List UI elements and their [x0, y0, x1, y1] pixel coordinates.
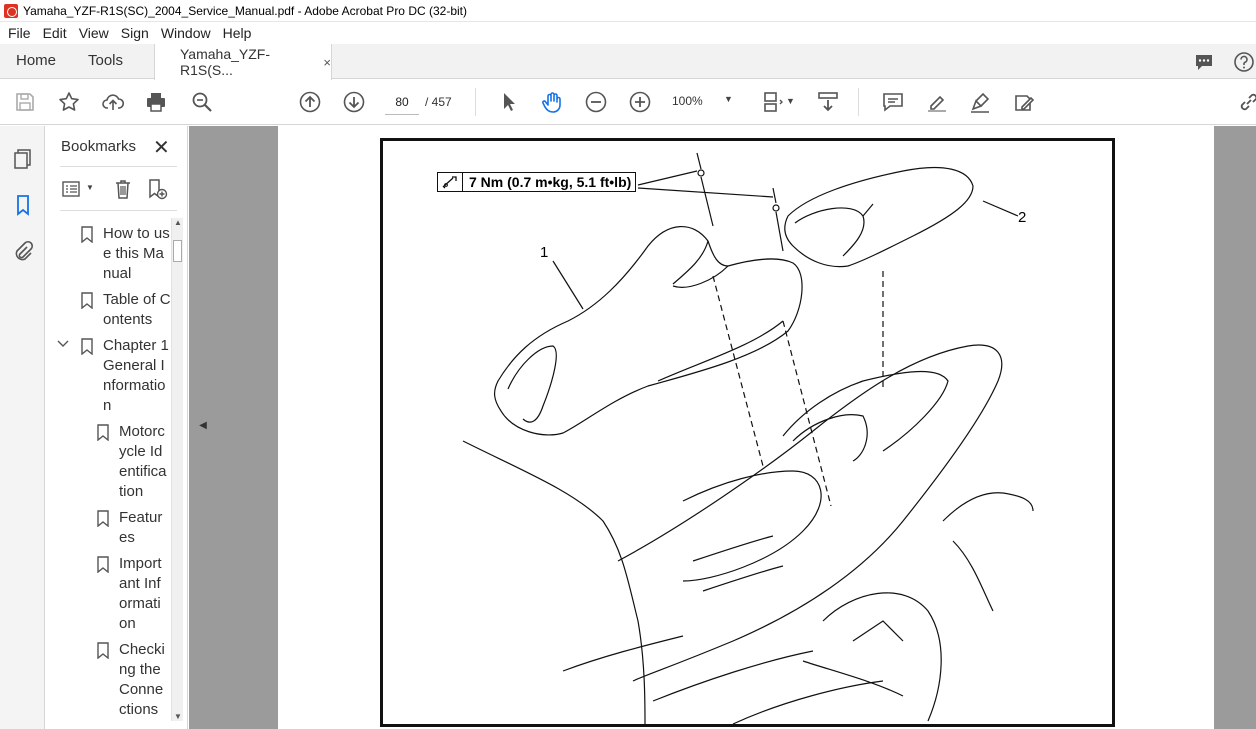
menu-help[interactable]: Help — [217, 25, 258, 41]
bookmark-icon — [97, 510, 109, 527]
print-icon[interactable] — [143, 89, 169, 115]
bookmark-icon — [81, 292, 93, 309]
bookmark-options-icon[interactable] — [59, 177, 85, 201]
sign-icon[interactable] — [967, 89, 993, 115]
bookmark-icon — [97, 424, 109, 441]
link-icon[interactable] — [1236, 89, 1256, 115]
bookmark-label: How to use this Manual — [103, 225, 170, 282]
scrollbar-thumb[interactable] — [173, 240, 182, 262]
next-page-icon[interactable] — [341, 89, 367, 115]
toolbar: / 457 100% ▼ ▼ — [0, 80, 1256, 125]
zoom-in-icon[interactable] — [627, 89, 653, 115]
highlight-icon[interactable] — [924, 89, 950, 115]
scroll-mode-icon[interactable] — [815, 89, 841, 115]
chevron-down-icon[interactable] — [57, 337, 69, 352]
window-title: Yamaha_YZF-R1S(SC)_2004_Service_Manual.p… — [23, 3, 467, 18]
toolbar-divider — [858, 88, 859, 116]
title-bar: Yamaha_YZF-R1S(SC)_2004_Service_Manual.p… — [0, 0, 1256, 22]
menu-bar: File Edit View Sign Window Help — [0, 22, 1256, 44]
hand-icon[interactable] — [539, 89, 565, 115]
select-arrow-icon[interactable] — [496, 89, 522, 115]
bookmark-tree: How to use this Manual Table of Contents… — [46, 218, 170, 729]
illustration-frame — [380, 138, 1115, 727]
menu-edit[interactable]: Edit — [37, 25, 73, 41]
bookmark-label: Table of Contents — [103, 291, 170, 328]
tab-tools[interactable]: Tools — [88, 44, 123, 79]
fill-sign-icon[interactable] — [1011, 89, 1037, 115]
zoom-out-icon[interactable] — [583, 89, 609, 115]
torque-spec-text: 7 Nm (0.7 m•kg, 5.1 ft•lb) — [469, 174, 632, 190]
bookmark-icon — [97, 642, 109, 659]
bookmark-label: Checking the Connections — [119, 641, 165, 718]
callout-number: 2 — [1018, 209, 1027, 226]
page-number-input[interactable] — [385, 89, 419, 115]
page-fit-icon[interactable] — [760, 89, 786, 115]
bookmark-label: Features — [119, 509, 163, 546]
bookmark-label: Motorcycle Identification — [119, 423, 167, 500]
attachments-icon[interactable] — [10, 238, 36, 264]
tab-home[interactable]: Home — [16, 44, 56, 79]
chevron-down-icon[interactable]: ▼ — [724, 94, 733, 104]
bookmarks-scrollbar[interactable]: ▲ ▼ — [171, 218, 183, 721]
prev-page-icon[interactable] — [297, 89, 323, 115]
close-icon[interactable]: ✕ — [153, 135, 170, 160]
scroll-up-icon[interactable]: ▲ — [174, 218, 182, 227]
bookmarks-panel-title: Bookmarks — [61, 138, 137, 155]
menu-window[interactable]: Window — [155, 25, 217, 41]
callout-number: 1 — [540, 244, 549, 261]
torque-spec-label: 7 Nm (0.7 m•kg, 5.1 ft•lb) — [437, 172, 636, 192]
page-total: / 457 — [425, 95, 452, 109]
navigation-rail — [0, 126, 45, 729]
chevron-down-icon[interactable]: ▼ — [786, 96, 795, 106]
seat-removal-illustration — [462, 152, 1034, 724]
page-thumbnails-icon[interactable] — [10, 146, 36, 172]
collapse-panel-icon[interactable]: ◀ — [195, 410, 211, 442]
new-bookmark-icon[interactable] — [144, 177, 170, 201]
upload-icon[interactable] — [100, 89, 126, 115]
chat-icon[interactable] — [1193, 51, 1215, 73]
divider — [60, 210, 177, 211]
comment-icon[interactable] — [880, 89, 906, 115]
bookmark-icon — [97, 556, 109, 573]
tab-bar: Home Tools Yamaha_YZF-R1S(S... × — [0, 44, 1256, 80]
star-icon[interactable] — [56, 89, 82, 115]
tab-document[interactable]: Yamaha_YZF-R1S(S... × — [154, 44, 332, 80]
delete-bookmark-icon[interactable] — [110, 177, 136, 201]
tab-document-label: Yamaha_YZF-R1S(S... — [180, 46, 270, 78]
bookmark-label: Chapter 1 General Information — [103, 337, 169, 414]
bookmark-label: Important Information — [119, 555, 162, 632]
acrobat-app-icon — [4, 3, 18, 18]
bookmark-icon — [81, 226, 93, 243]
help-icon[interactable] — [1233, 51, 1255, 73]
zoom-search-icon[interactable] — [189, 89, 215, 115]
menu-file[interactable]: File — [2, 25, 37, 41]
torque-wrench-icon — [438, 173, 463, 191]
bookmarks-icon[interactable] — [10, 192, 36, 218]
bookmark-icon — [81, 338, 93, 355]
toolbar-divider — [475, 88, 476, 116]
save-icon[interactable] — [12, 89, 38, 115]
scroll-down-icon[interactable]: ▼ — [174, 712, 182, 721]
chevron-down-icon[interactable]: ▼ — [86, 183, 94, 192]
bookmarks-panel: Bookmarks ✕ ▼ How to use this Manual Tab… — [46, 126, 188, 729]
divider — [60, 166, 177, 167]
close-tab-icon[interactable]: × — [323, 55, 331, 70]
menu-sign[interactable]: Sign — [115, 25, 155, 41]
menu-view[interactable]: View — [73, 25, 115, 41]
